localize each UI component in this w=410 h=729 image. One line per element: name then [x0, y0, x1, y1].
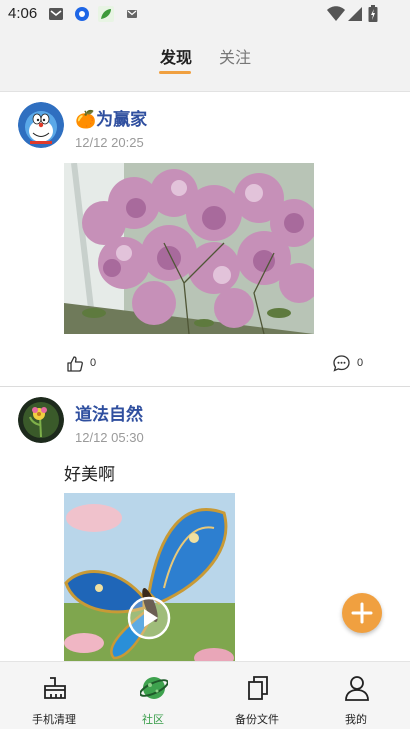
tab-discover[interactable]: 发现	[160, 44, 192, 68]
status-bar: 4:06	[0, 0, 410, 28]
post-text: 好美啊	[64, 465, 115, 485]
wifi-icon	[327, 6, 345, 21]
like-count: 0	[90, 357, 97, 369]
tab-follow[interactable]: 关注	[219, 44, 251, 68]
play-icon[interactable]	[127, 596, 171, 640]
app-notification-icon	[75, 7, 89, 21]
like-icon[interactable]	[66, 355, 84, 373]
battery-icon	[368, 5, 378, 22]
comment-icon[interactable]	[332, 354, 351, 373]
top-tab-bar: 发现 关注	[0, 28, 410, 92]
broom-icon	[44, 677, 66, 699]
nav-label: 社区	[142, 713, 164, 726]
post-time: 12/12 05:30	[75, 430, 144, 445]
planet-icon	[140, 677, 168, 699]
active-tab-indicator	[159, 71, 191, 74]
plus-icon	[351, 602, 373, 624]
post-image[interactable]	[64, 163, 314, 334]
mail-icon	[127, 10, 137, 18]
video-thumbnail[interactable]	[64, 493, 235, 661]
bottom-navigation: 手机清理 社区 备份文件 我的	[0, 661, 410, 729]
feed-post[interactable]: 🍊为赢家 12/12 20:25 0 0	[0, 93, 410, 387]
nav-item-phone-cleanup[interactable]: 手机清理	[3, 662, 105, 729]
copy-icon	[248, 676, 268, 700]
gmail-icon	[49, 8, 63, 20]
feed-list[interactable]: 🍊为赢家 12/12 20:25 0 0 道法自然 12/12 05:30 好美…	[0, 93, 410, 661]
post-username[interactable]: 道法自然	[75, 400, 143, 425]
create-post-button[interactable]	[342, 593, 382, 633]
nav-label: 我的	[345, 713, 367, 726]
person-icon	[345, 676, 369, 701]
avatar[interactable]	[18, 102, 64, 148]
nav-label: 手机清理	[32, 713, 76, 726]
nav-label: 备份文件	[235, 713, 279, 726]
lilac-flowers-photo	[64, 163, 314, 334]
post-username[interactable]: 🍊为赢家	[75, 105, 147, 130]
nav-item-profile[interactable]: 我的	[305, 662, 407, 729]
doraemon-avatar-icon	[18, 102, 64, 148]
signal-icon	[348, 7, 362, 21]
status-time: 4:06	[8, 5, 38, 22]
nav-item-community[interactable]: 社区	[102, 662, 204, 729]
leaf-app-icon	[98, 6, 114, 22]
nav-item-backup-files[interactable]: 备份文件	[206, 662, 308, 729]
avatar[interactable]	[18, 397, 64, 443]
comment-count: 0	[357, 357, 364, 369]
post-time: 12/12 20:25	[75, 135, 144, 150]
flower-avatar-icon	[18, 397, 64, 443]
